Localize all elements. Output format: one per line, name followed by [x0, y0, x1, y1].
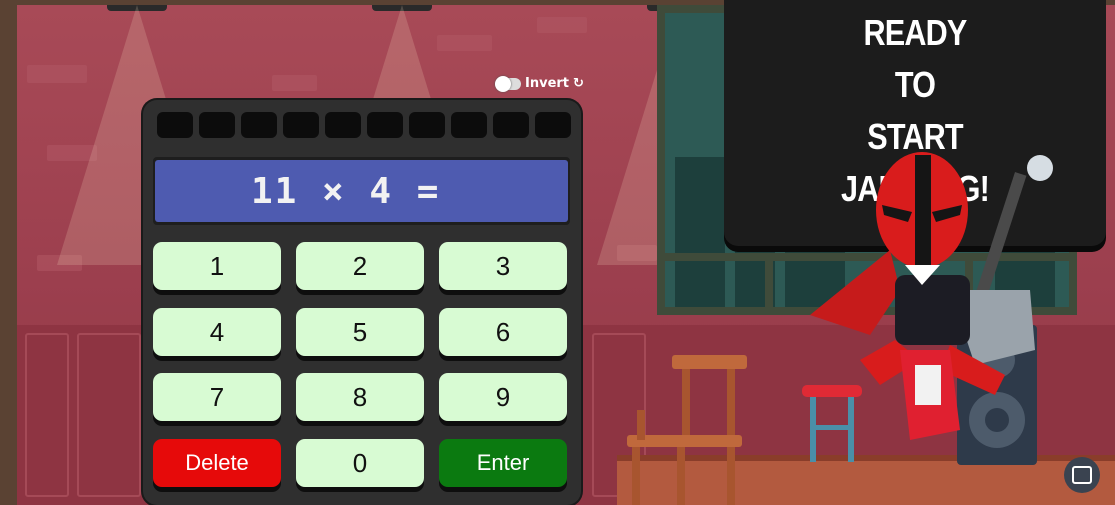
question-text: 11 × 4 = [155, 160, 568, 222]
rocker-character [810, 152, 1053, 440]
progress-slot [157, 112, 193, 138]
invert-label: Invert [525, 76, 570, 91]
progress-slot [451, 112, 487, 138]
wall-panel [25, 333, 69, 497]
progress-slot [409, 112, 445, 138]
refresh-icon[interactable]: ↻ [573, 76, 584, 91]
enter-button[interactable]: Enter [439, 439, 567, 487]
key-7[interactable]: 7 [153, 373, 281, 421]
wooden-chair [627, 355, 747, 505]
progress-slots [157, 112, 571, 138]
window-frame [765, 253, 773, 315]
progress-slot [493, 112, 529, 138]
toggle-switch[interactable] [495, 75, 521, 92]
question-display: 11 × 4 = [153, 157, 570, 225]
key-8[interactable]: 8 [296, 373, 424, 421]
progress-slot [367, 112, 403, 138]
chat-icon [1072, 466, 1092, 484]
wall-brick [537, 17, 587, 33]
key-6[interactable]: 6 [439, 308, 567, 356]
progress-slot [325, 112, 361, 138]
key-5[interactable]: 5 [296, 308, 424, 356]
key-1[interactable]: 1 [153, 242, 281, 290]
calculator-panel: 11 × 4 = 1 2 3 4 5 6 7 8 9 Delete 0 Ente… [143, 100, 581, 505]
key-0[interactable]: 0 [296, 439, 424, 487]
delete-button[interactable]: Delete [153, 439, 281, 487]
toggle-knob [495, 75, 511, 92]
invert-toggle[interactable]: Invert ↻ [495, 75, 584, 92]
wall-brick [272, 75, 317, 91]
key-3[interactable]: 3 [439, 242, 567, 290]
board-line-2: TO [894, 64, 936, 105]
help-chat-button[interactable] [1064, 457, 1100, 493]
progress-slot [241, 112, 277, 138]
key-9[interactable]: 9 [439, 373, 567, 421]
progress-slot [535, 112, 571, 138]
city-building [675, 157, 725, 307]
key-4[interactable]: 4 [153, 308, 281, 356]
wall-panel [77, 333, 141, 497]
skull-icon [1027, 155, 1053, 181]
key-2[interactable]: 2 [296, 242, 424, 290]
board-line-1: READY [863, 12, 968, 53]
progress-slot [283, 112, 319, 138]
progress-slot [199, 112, 235, 138]
